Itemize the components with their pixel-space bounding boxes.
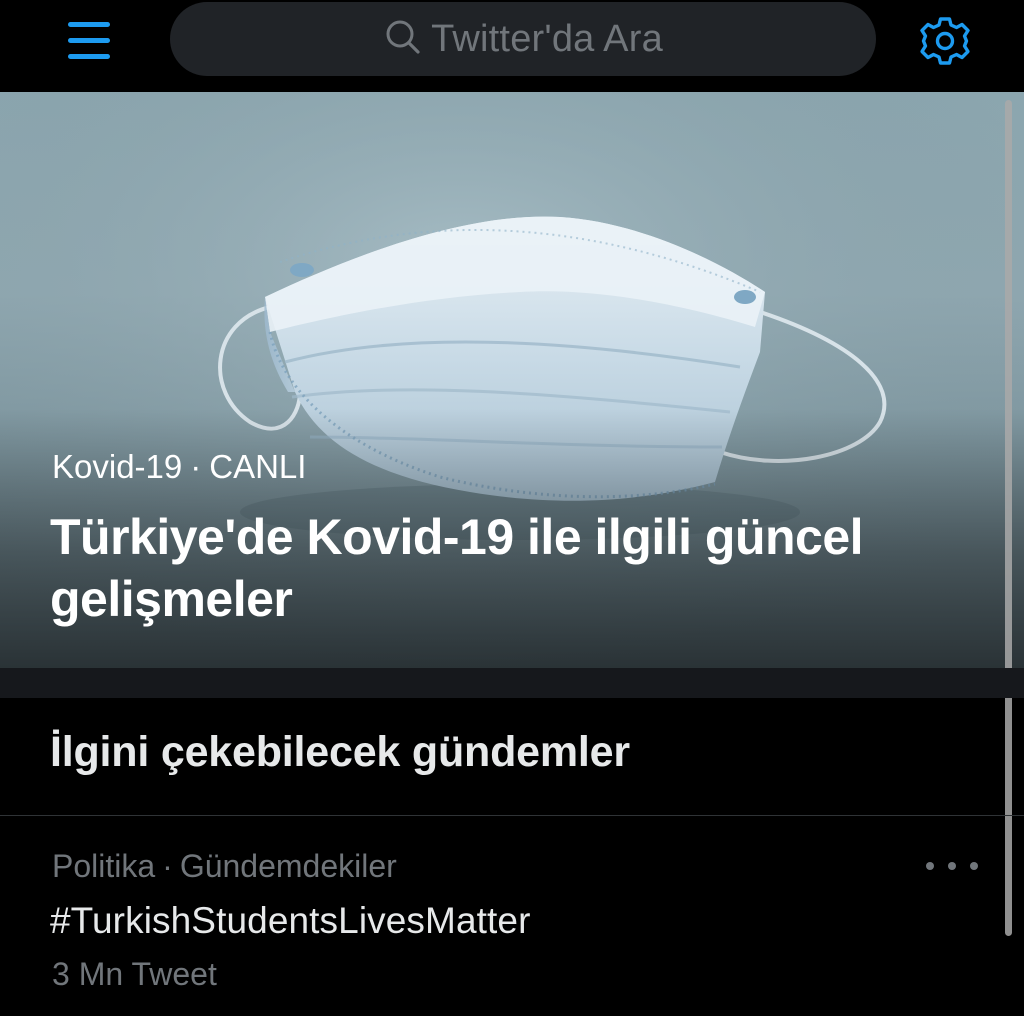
top-bar: Twitter'da Ara [0, 0, 1024, 92]
menu-button[interactable] [62, 16, 116, 66]
scrollbar[interactable] [1005, 100, 1012, 936]
trend-context: Gündemdekiler [179, 848, 397, 884]
trend-name: #TurkishStudentsLivesMatter [50, 900, 531, 941]
settings-button[interactable] [914, 10, 976, 72]
hero-meta: Kovid-19 · CANLI [52, 448, 306, 486]
search-icon [386, 20, 420, 54]
trend-item[interactable]: Politika · Gündemdekiler #TurkishStudentsL… [0, 816, 1024, 1016]
section-divider [0, 668, 1024, 698]
search-bar[interactable]: Twitter'da Ara [170, 2, 876, 76]
trend-tweet-count: 3 Mn Tweet [52, 956, 217, 992]
trends-section-title: İlgini çekebilecek gündemler [50, 728, 630, 776]
hero-separator: · [190, 448, 202, 485]
hero-title: Türkiye'de Kovid-19 ile ilgili güncel ge… [50, 509, 864, 627]
more-options-button[interactable] [926, 852, 978, 880]
trend-category: Politika [52, 848, 156, 884]
hero-category: Kovid-19 [52, 448, 183, 485]
gear-icon [920, 17, 970, 65]
hero-event-card[interactable]: Kovid-19 · CANLI Türkiye'de Kovid-19 ile i… [0, 92, 1024, 668]
more-horizontal-icon [926, 862, 978, 870]
hamburger-icon [68, 22, 110, 59]
hero-live-badge: CANLI [209, 448, 307, 485]
explore-screen: Twitter'da Ara Kovid-19 · CANLI Türkiye'… [0, 0, 1024, 1016]
trend-meta: Politika · Gündemdekiler [52, 848, 397, 885]
search-placeholder: Twitter'da Ara [431, 17, 663, 60]
trend-separator: · [162, 848, 173, 884]
